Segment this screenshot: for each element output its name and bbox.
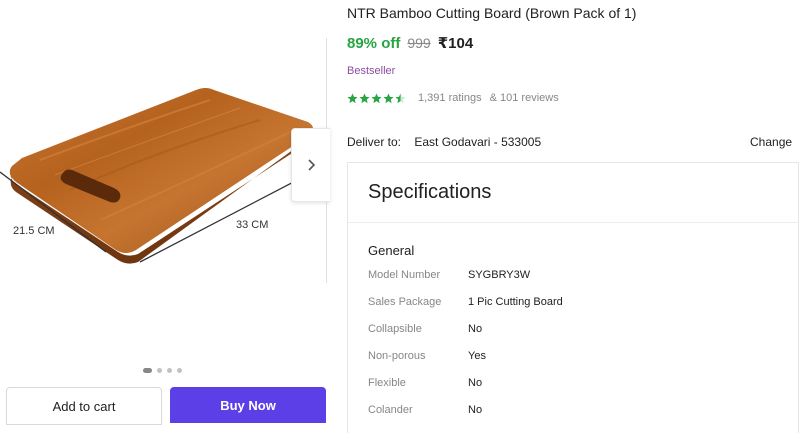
original-price: 999 xyxy=(407,35,431,51)
spec-value: Yes xyxy=(468,350,486,362)
selling-price: ₹104 xyxy=(437,35,474,52)
star-icon xyxy=(371,92,382,103)
spec-row: Sales Package 1 Pic Cutting Board xyxy=(368,296,563,323)
delivery-info: Deliver to: East Godavari - 533005 xyxy=(347,135,541,149)
dimension-length-label: 33 CM xyxy=(236,219,269,231)
discount-label: 89% off xyxy=(347,35,401,52)
carousel-dot[interactable] xyxy=(157,368,162,373)
specifications-title: Specifications xyxy=(368,181,492,203)
rating-row[interactable]: 1,391 ratings & 101 reviews xyxy=(347,92,559,104)
price-row: 89% off 999 ₹104 xyxy=(347,34,473,52)
star-icon xyxy=(383,92,394,103)
bestseller-badge: Bestseller xyxy=(347,65,396,77)
product-image[interactable]: 21.5 CM 33 CM xyxy=(0,80,330,280)
spec-value: 1 Pic Cutting Board xyxy=(468,296,563,308)
star-icon xyxy=(359,92,370,103)
spec-row: Collapsible No xyxy=(368,323,563,350)
spec-row: Non-porous Yes xyxy=(368,350,563,377)
spec-key: Non-porous xyxy=(368,350,426,362)
spec-row: Colander No xyxy=(368,404,563,431)
dimension-width-label: 21.5 CM xyxy=(13,225,55,237)
deliver-to-label: Deliver to: xyxy=(347,135,402,149)
spec-key: Model Number xyxy=(368,269,441,281)
spec-divider xyxy=(348,222,798,223)
specifications-panel: Specifications General Model Number SYGB… xyxy=(347,162,799,433)
spec-value: No xyxy=(468,323,483,335)
half-star-icon xyxy=(395,92,406,103)
reviews-count: & 101 reviews xyxy=(489,92,559,104)
ratings-count: 1,391 ratings xyxy=(418,92,482,104)
carousel-dot[interactable] xyxy=(167,368,172,373)
product-gallery: 21.5 CM 33 CM Add to cart Buy Now xyxy=(0,0,330,425)
delivery-location: East Godavari - 533005 xyxy=(414,135,542,149)
chevron-right-icon xyxy=(308,159,316,171)
change-location-link[interactable]: Change xyxy=(750,135,792,149)
spec-table: Model Number SYGBRY3W Sales Package 1 Pi… xyxy=(368,269,563,431)
spec-value: No xyxy=(468,404,483,416)
image-carousel-dots xyxy=(143,368,182,373)
carousel-dot[interactable] xyxy=(143,368,152,373)
spec-value: SYGBRY3W xyxy=(468,269,531,281)
spec-group-title: General xyxy=(368,243,415,258)
star-icon xyxy=(347,92,358,103)
spec-key: Colander xyxy=(368,404,413,416)
buy-now-button[interactable]: Buy Now xyxy=(170,387,326,423)
star-rating xyxy=(347,92,406,104)
spec-row: Flexible No xyxy=(368,377,563,404)
action-buttons: Add to cart Buy Now xyxy=(6,387,326,425)
product-details: NTR Bamboo Cutting Board (Brown Pack of … xyxy=(347,0,800,433)
spec-key: Collapsible xyxy=(368,323,422,335)
spec-key: Flexible xyxy=(368,377,406,389)
add-to-cart-button[interactable]: Add to cart xyxy=(6,387,162,425)
spec-key: Sales Package xyxy=(368,296,442,308)
product-title: NTR Bamboo Cutting Board (Brown Pack of … xyxy=(347,5,637,21)
next-image-button[interactable] xyxy=(291,128,330,202)
spec-row: Model Number SYGBRY3W xyxy=(368,269,563,296)
spec-value: No xyxy=(468,377,483,389)
carousel-dot[interactable] xyxy=(177,368,182,373)
cutting-board-image xyxy=(0,88,329,264)
